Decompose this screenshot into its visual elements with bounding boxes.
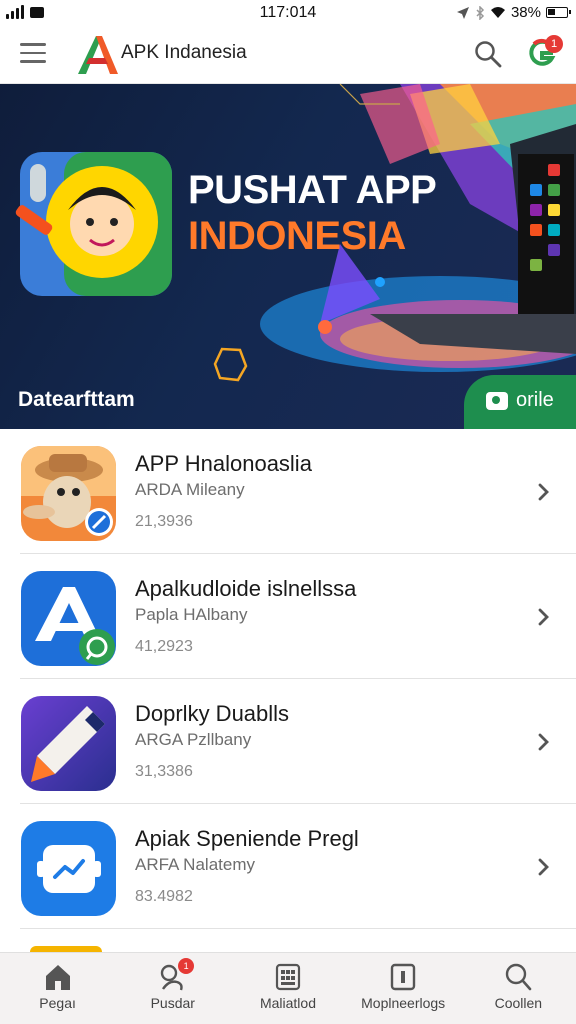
battery-percent: 38% <box>510 4 541 21</box>
app-name: Apalkudloide islnellssa <box>135 576 357 601</box>
grid-icon <box>275 963 301 991</box>
banner-caption: Datearfttam <box>18 388 135 411</box>
search-icon[interactable] <box>474 40 502 68</box>
app-name: APP Hnalonoaslia <box>135 451 312 476</box>
wifi-icon <box>490 7 505 18</box>
app-bar: APK Indanesia 1 <box>0 26 576 84</box>
letter-a-icon <box>21 571 116 666</box>
banner-title-line2: INDONESIA <box>188 214 406 258</box>
nav-label: Maliatlod <box>259 995 316 1011</box>
chart-card-icon <box>21 821 116 916</box>
nav-item-search[interactable]: Coollen <box>461 953 576 1024</box>
pen-icon <box>21 696 116 791</box>
search-icon <box>506 963 532 991</box>
nav-label: Coollen <box>494 995 543 1011</box>
app-download-count: 41,2923 <box>135 638 193 655</box>
banner-title-line1: PUSHAT APP <box>188 168 437 212</box>
divider <box>20 928 576 929</box>
app-name: Doprlky Duablls <box>135 701 290 726</box>
nav-label: Moplneerlogs <box>361 995 446 1011</box>
camera-icon <box>486 392 508 410</box>
app-developer: Papla HAlbany <box>135 605 248 624</box>
chevron-right-icon <box>538 858 549 876</box>
banner-cta-label: orile <box>516 389 554 411</box>
list-item[interactable]: Doprlky Duablls ARGA Pzllbany 31,3386 <box>0 679 576 804</box>
status-right: 38% <box>456 4 571 21</box>
app-name: Apiak Speniende Pregl <box>135 826 359 851</box>
nav-item-home[interactable]: Pegaı <box>0 953 115 1024</box>
home-icon <box>45 965 70 990</box>
menu-icon[interactable] <box>20 43 46 65</box>
bookmark-icon <box>390 963 416 991</box>
app-download-count: 83.4982 <box>135 888 193 905</box>
app-list: APP Hnalonoaslia ARDA Mileany 21,3936 Ap… <box>0 429 576 929</box>
location-icon <box>456 6 469 19</box>
bottom-nav: Pegaı 1 Pusdar Maliatlod Moplneerlogs Co… <box>0 952 576 1024</box>
banner-app-icon <box>15 152 172 296</box>
chevron-right-icon <box>538 483 549 501</box>
app-download-count: 31,3386 <box>135 763 193 780</box>
cartoon-character-icon <box>21 446 116 541</box>
logo-icon <box>78 36 118 74</box>
status-bar: 117:014 38% <box>0 0 576 26</box>
nav-item-grid[interactable]: Maliatlod <box>230 953 345 1024</box>
app-download-count: 21,3936 <box>135 513 193 530</box>
app-developer: ARFA Nalatemy <box>135 855 255 874</box>
nav-badge: 1 <box>178 958 195 974</box>
battery-icon <box>546 7 571 18</box>
chevron-right-icon <box>538 608 549 626</box>
notification-badge: 1 <box>545 35 563 53</box>
nav-label: Pegaı <box>39 995 76 1011</box>
chevron-right-icon <box>538 733 549 751</box>
app-developer: ARGA Pzllbany <box>135 730 252 749</box>
nav-item-bookmarks[interactable]: Moplneerlogs <box>346 953 461 1024</box>
nav-label: Pusdar <box>150 995 195 1011</box>
app-developer: ARDA Mileany <box>135 480 245 499</box>
list-item[interactable]: Apiak Speniende Pregl ARFA Nalatemy 83.4… <box>0 804 576 929</box>
hero-banner[interactable]: PUSHAT APP INDONESIA Datearfttam orile <box>0 84 576 429</box>
bluetooth-icon <box>476 5 485 20</box>
banner-cta-button[interactable]: orile <box>464 375 576 429</box>
list-item[interactable]: APP Hnalonoaslia ARDA Mileany 21,3936 <box>0 429 576 554</box>
list-item[interactable]: Apalkudloide islnellssa Papla HAlbany 41… <box>0 554 576 679</box>
nav-item-categories[interactable]: 1 Pusdar <box>115 953 230 1024</box>
app-title: APK Indanesia <box>121 42 247 63</box>
